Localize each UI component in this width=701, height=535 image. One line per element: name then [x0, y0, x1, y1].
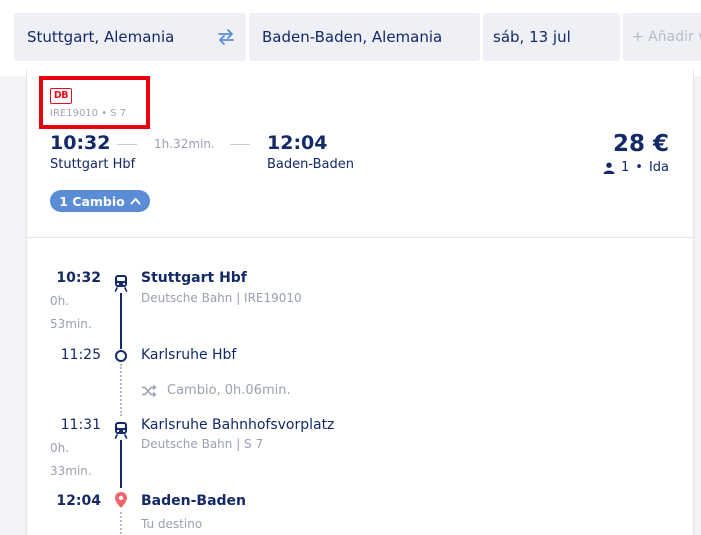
stop3-station: Karlsruhe Bahnhofsvorplatz [141, 417, 335, 433]
leg1-duration-minutes: 53min. [50, 317, 92, 331]
stop4-detail: Tu destino [141, 517, 203, 531]
stop4-station: Baden-Baden [141, 493, 247, 509]
stop1-detail: Deutsche Bahn | IRE19010 [141, 291, 302, 305]
destination-dotted-line [120, 512, 122, 535]
arrival-time: 12:04 [267, 132, 328, 154]
shuffle-icon [142, 384, 157, 397]
result-card [26, 70, 694, 535]
stop-circle-icon [115, 350, 127, 362]
leg2-duration: 0h. 33min. [50, 437, 92, 483]
origin-field[interactable]: Stuttgart, Alemania [14, 13, 246, 61]
location-pin-icon [115, 492, 127, 508]
departure-station: Stuttgart Hbf [50, 157, 136, 172]
trip-duration: 1h.32min. [154, 137, 215, 151]
leg1-duration-hours: 0h. [50, 294, 70, 308]
stop2-station: Karlsruhe Hbf [141, 347, 237, 363]
stop2-time: 11:25 [60, 347, 101, 363]
stop1-station: Stuttgart Hbf [141, 270, 247, 286]
duration-line-left [117, 144, 137, 145]
train-icon [114, 275, 128, 292]
stop4-time: 12:04 [56, 493, 101, 509]
card-divider [27, 237, 693, 238]
trip-type: Ida [648, 160, 669, 175]
highlight-box [39, 76, 150, 129]
date-field[interactable]: sáb, 13 jul [483, 13, 620, 61]
add-return-field[interactable]: + Añadir v [623, 13, 701, 61]
changes-label: 1 Cambio [59, 193, 125, 209]
stop3-time: 11:31 [60, 417, 101, 433]
transfer-info: Cambio, 0h.06min. [141, 383, 291, 398]
swap-arrows-icon[interactable] [216, 27, 236, 47]
search-bar: Stuttgart, Alemania Baden-Baden, Alemani… [0, 0, 701, 76]
transfer-dotted-line [120, 364, 122, 416]
passenger-count: 1 [620, 160, 630, 175]
date-value: sáb, 13 jul [493, 28, 571, 46]
stop1-time: 10:32 [56, 270, 101, 286]
person-icon [603, 162, 615, 174]
train-icon [114, 422, 128, 439]
transfer-label: Cambio, 0h.06min. [167, 383, 291, 398]
chevron-up-icon [130, 198, 141, 205]
leg1-duration: 0h. 53min. [50, 290, 92, 336]
leg1-line [120, 293, 122, 349]
destination-field[interactable]: Baden-Baden, Alemania [249, 13, 480, 61]
add-return-label: + Añadir v [632, 29, 701, 45]
departure-time: 10:32 [50, 132, 111, 154]
arrival-station: Baden-Baden [267, 157, 354, 172]
stop3-detail: Deutsche Bahn | S 7 [141, 437, 264, 451]
leg2-line [120, 440, 122, 488]
duration-line-right [230, 144, 250, 145]
separator-dot: • [635, 160, 643, 175]
changes-toggle-button[interactable]: 1 Cambio [50, 190, 150, 212]
destination-value: Baden-Baden, Alemania [262, 28, 443, 46]
leg2-duration-hours: 0h. [50, 441, 70, 455]
leg2-duration-minutes: 33min. [50, 464, 92, 478]
passenger-info: 1 • Ida [603, 160, 669, 175]
price: 28 € [612, 131, 669, 157]
origin-value: Stuttgart, Alemania [27, 28, 175, 46]
